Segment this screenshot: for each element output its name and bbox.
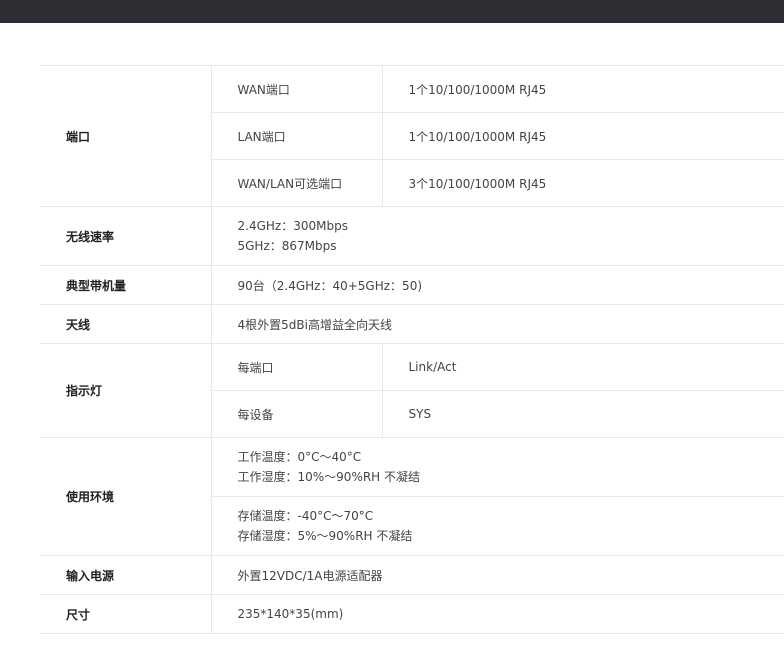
port-name-wan: WAN端口	[211, 65, 383, 113]
table-row: 使用环境 工作温度：0°C～40°C 工作湿度：10%～90%RH 不凝结	[40, 437, 784, 556]
table-row: 无线速率 2.4GHz：300Mbps 5GHz：867Mbps	[40, 206, 784, 266]
storage-temperature: 存储温度：-40°C～70°C	[237, 509, 374, 523]
port-name-wanlan: WAN/LAN可选端口	[211, 159, 383, 207]
row-label-environment: 使用环境	[40, 437, 212, 556]
size-value: 235*140*35(mm)	[211, 594, 784, 634]
storage-humidity: 存储湿度：5%～90%RH 不凝结	[237, 529, 413, 543]
top-nav-bar	[0, 0, 784, 23]
row-label-typical-load: 典型带机量	[40, 265, 212, 305]
row-label-indicator: 指示灯	[40, 343, 212, 438]
row-label-port: 端口	[40, 65, 212, 207]
row-label-size: 尺寸	[40, 594, 212, 634]
antenna-value: 4根外置5dBi高增益全向天线	[211, 304, 784, 344]
table-row: 典型带机量 90台（2.4GHz：40+5GHz：50)	[40, 265, 784, 305]
table-row: 端口 WAN端口 1个10/100/1000M RJ45	[40, 65, 784, 207]
wireless-rate-value: 2.4GHz：300Mbps 5GHz：867Mbps	[211, 206, 784, 266]
wireless-rate-5g: 5GHz：867Mbps	[237, 239, 337, 253]
power-value: 外置12VDC/1A电源适配器	[211, 555, 784, 595]
wireless-rate-24g: 2.4GHz：300Mbps	[237, 219, 348, 233]
indicator-name-port: 每端口	[211, 343, 383, 391]
table-row: 指示灯 每端口 Link/Act	[40, 343, 784, 438]
table-row: 天线 4根外置5dBi高增益全向天线	[40, 304, 784, 344]
port-value-lan: 1个10/100/1000M RJ45	[382, 112, 784, 160]
table-row: 尺寸 235*140*35(mm)	[40, 594, 784, 634]
typical-load-value: 90台（2.4GHz：40+5GHz：50)	[211, 265, 784, 305]
port-value-wan: 1个10/100/1000M RJ45	[382, 65, 784, 113]
environment-storage: 存储温度：-40°C～70°C 存储湿度：5%～90%RH 不凝结	[211, 496, 784, 556]
row-label-power: 输入电源	[40, 555, 212, 595]
table-row: 输入电源 外置12VDC/1A电源适配器	[40, 555, 784, 595]
environment-work: 工作温度：0°C～40°C 工作湿度：10%～90%RH 不凝结	[211, 437, 784, 497]
port-value-wanlan: 3个10/100/1000M RJ45	[382, 159, 784, 207]
port-name-lan: LAN端口	[211, 112, 383, 160]
spec-table: 端口 WAN端口 1个10/100/1000M RJ45 LAN端口 1个10/…	[40, 65, 784, 634]
indicator-value-device: SYS	[382, 390, 784, 438]
work-temperature: 工作温度：0°C～40°C	[237, 450, 362, 464]
work-humidity: 工作湿度：10%～90%RH 不凝结	[237, 470, 421, 484]
indicator-name-device: 每设备	[211, 390, 383, 438]
row-label-wireless-rate: 无线速率	[40, 206, 212, 266]
indicator-value-port: Link/Act	[382, 343, 784, 391]
row-label-antenna: 天线	[40, 304, 212, 344]
